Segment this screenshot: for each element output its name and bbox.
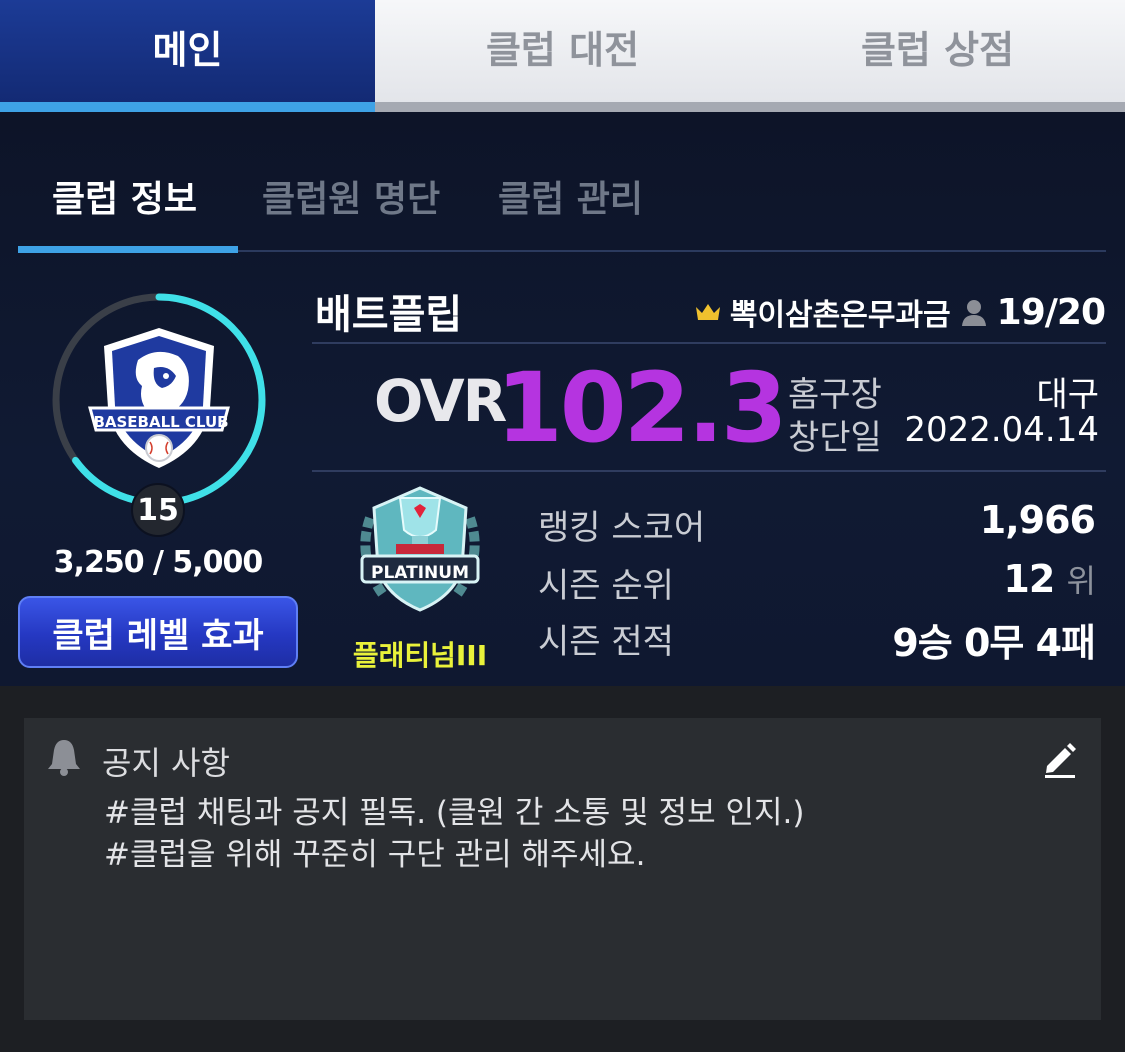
crown-icon <box>695 304 720 320</box>
tab-club-management[interactable]: 클럽 관리 <box>498 170 643 222</box>
season-record-label: 시즌 전적 <box>538 622 674 662</box>
club-name: 배트플립 <box>315 292 463 338</box>
sub-tab-bar: 클럽 정보 클럽원 명단 클럽 관리 <box>18 162 1106 253</box>
club-level-badge: 15 <box>131 483 185 537</box>
tab-club-battle[interactable]: 클럽 대전 <box>375 0 750 112</box>
svg-text:PLATINUM: PLATINUM <box>371 563 469 583</box>
home-stadium-value: 대구 <box>1036 375 1099 415</box>
tab-club-shop[interactable]: 클럽 상점 <box>750 0 1125 112</box>
ranking-score-label: 랭킹 스코어 <box>538 508 706 548</box>
emblem-banner-text: BASEBALL CLUB <box>93 413 228 431</box>
season-rank: 12 위 <box>1003 556 1096 602</box>
founded-value: 2022.04.14 <box>904 410 1099 450</box>
season-rank-label: 시즌 순위 <box>538 566 674 606</box>
ovr-label: OVR <box>374 367 507 435</box>
notice-title: 공지 사항 <box>102 744 230 782</box>
active-tab-indicator <box>18 246 238 253</box>
tab-main[interactable]: 메인 <box>0 0 375 112</box>
club-info-panel: 클럽 정보 클럽원 명단 클럽 관리 BASEBALL CLUB 15 3,25… <box>0 112 1125 686</box>
tier-emblem-text: PLATINUM <box>371 563 469 583</box>
notice-body: #클럽 채팅과 공지 필독. (클원 간 소통 및 정보 인지.) #클럽을 위… <box>104 795 805 873</box>
member-count: 19/20 <box>996 291 1106 333</box>
club-exp-text: 3,250 / 5,000 <box>53 545 264 580</box>
home-stadium-label: 홈구장 <box>788 375 882 415</box>
ovr-value: 102.3 <box>496 352 788 464</box>
edit-icon[interactable] <box>1041 740 1079 778</box>
season-record-value: 9승 0무 4패 <box>892 621 1096 665</box>
owner-name: 뽁이삼촌은무과금 <box>729 298 951 333</box>
founded-label: 창단일 <box>788 418 882 458</box>
season-rank-suffix: 위 <box>1066 562 1096 600</box>
divider <box>312 470 1106 472</box>
platinum-tier-emblem <box>360 486 480 612</box>
club-owner: 뽁이삼촌은무과금 19/20 <box>694 290 1106 334</box>
svg-text:BASEBALL CLUB: BASEBALL CLUB <box>93 413 228 431</box>
notice-panel: 공지 사항 #클럽 채팅과 공지 필독. (클원 간 소통 및 정보 인지.) … <box>24 718 1101 1020</box>
top-tab-bar: 메인 클럽 대전 클럽 상점 <box>0 0 1125 112</box>
club-level-effect-button[interactable]: 클럽 레벨 효과 <box>18 596 298 668</box>
tab-club-info[interactable]: 클럽 정보 <box>52 170 197 222</box>
bell-icon <box>48 740 80 776</box>
ranking-score-value: 1,966 <box>979 498 1096 542</box>
tier-label: 플래티넘III <box>352 639 488 672</box>
member-icon <box>961 300 986 326</box>
season-rank-value: 12 <box>1003 557 1055 601</box>
divider <box>312 342 1106 344</box>
tab-club-members[interactable]: 클럽원 명단 <box>262 170 440 222</box>
